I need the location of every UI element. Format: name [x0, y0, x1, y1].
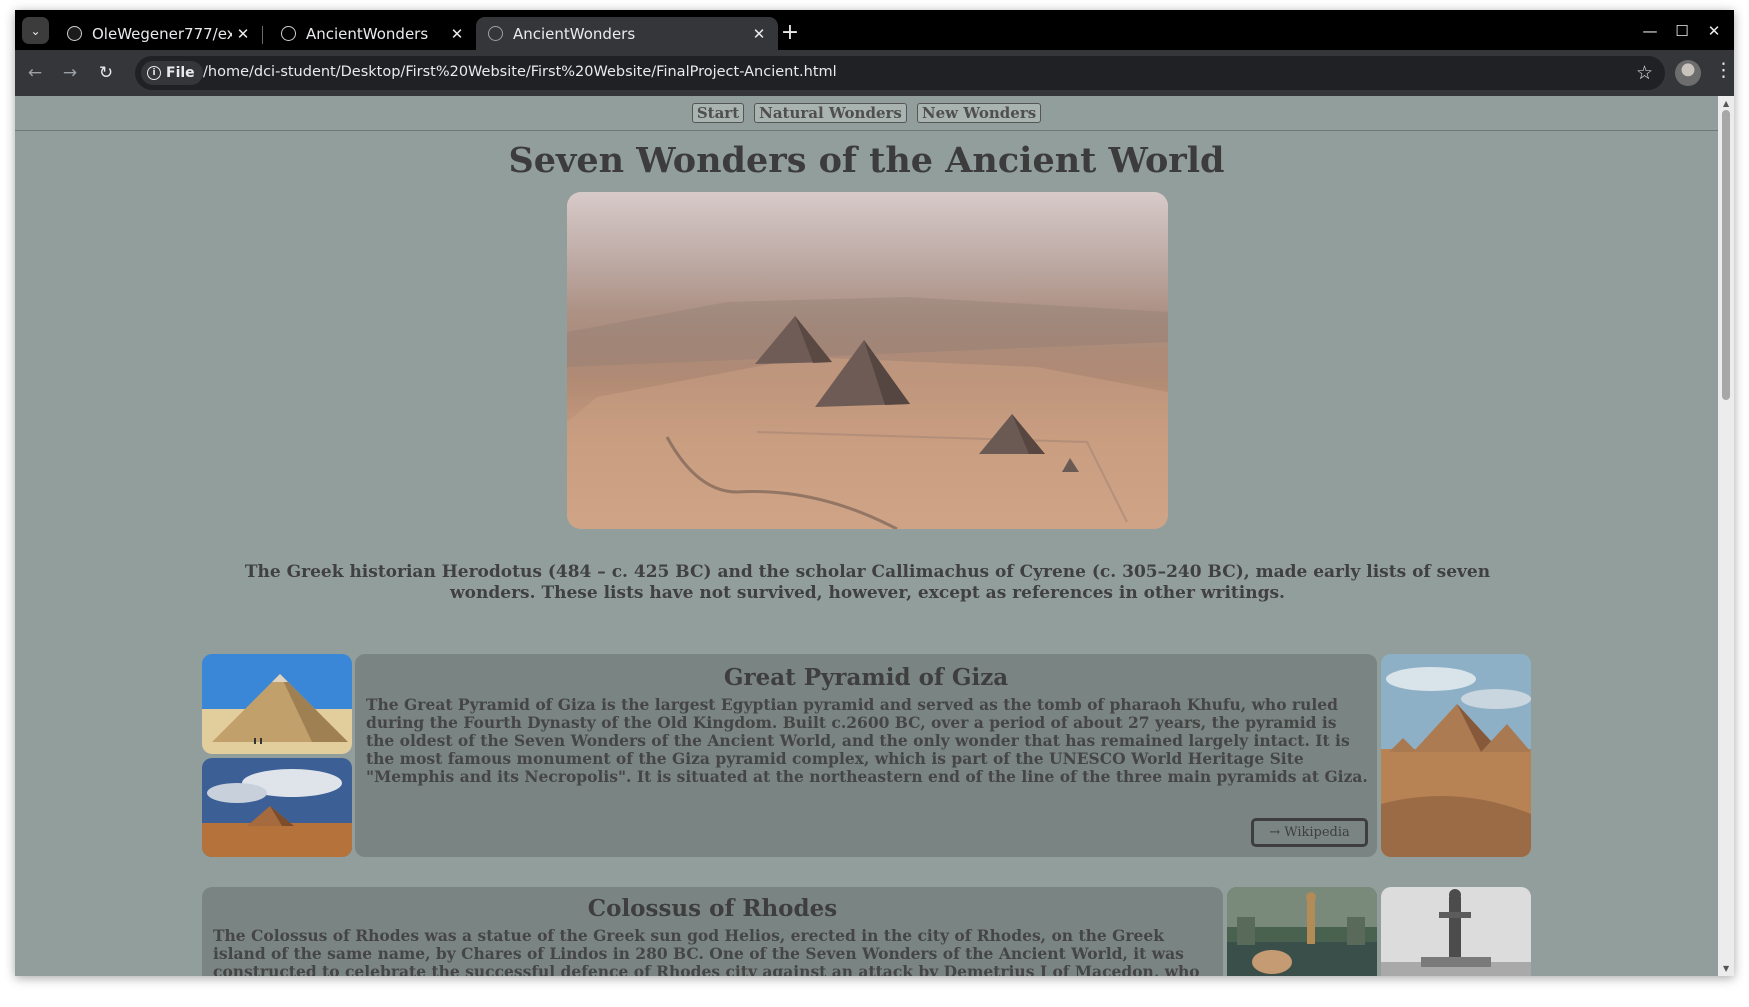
- github-icon: [67, 26, 82, 41]
- wikipedia-link-button[interactable]: → Wikipedia: [1251, 818, 1368, 847]
- page-title: Seven Wonders of the Ancient World: [508, 140, 1225, 181]
- pyramid-thumbnail-3: [1381, 654, 1531, 857]
- wonder-title: Great Pyramid of Giza: [723, 664, 1009, 691]
- profile-avatar[interactable]: [1675, 60, 1701, 86]
- nav-new-wonders-link[interactable]: New Wonders: [916, 103, 1042, 123]
- pyramid-thumbnail-1: [202, 654, 352, 754]
- intro-paragraph: The Greek historian Herodotus (484 – c. …: [244, 562, 1491, 603]
- wonder-description: The Great Pyramid of Giza is the largest…: [366, 695, 1368, 786]
- globe-icon: [488, 26, 503, 41]
- tab-separator: [262, 26, 263, 44]
- wonder-card-giza: Great Pyramid of Giza The Great Pyramid …: [355, 654, 1377, 857]
- pyramid-thumbnail-2: [202, 758, 352, 857]
- info-icon: i: [147, 66, 161, 80]
- page-viewport: Start Natural Wonders New Wonders Seven …: [15, 96, 1718, 976]
- globe-icon: [281, 26, 296, 41]
- address-bar[interactable]: i File /home/dci-student/Desktop/First%2…: [135, 56, 1665, 90]
- colossus-engraving-thumbnail: [1381, 887, 1531, 976]
- site-info-chip[interactable]: i File: [141, 61, 203, 85]
- browser-window: ⌄ OleWegener777/exercis ✕ AncientWonders…: [15, 10, 1734, 976]
- page-scrollbar[interactable]: ▲ ▼: [1718, 96, 1734, 976]
- tab-ancient-wonders-active[interactable]: AncientWonders ✕: [476, 17, 778, 50]
- url-scheme-label: File: [166, 65, 195, 81]
- forward-icon[interactable]: →: [58, 61, 82, 85]
- maximize-icon[interactable]: ☐: [1667, 18, 1697, 44]
- back-icon[interactable]: ←: [23, 61, 47, 85]
- colossus-painting-thumbnail: [1227, 887, 1377, 976]
- new-tab-icon[interactable]: +: [777, 19, 803, 45]
- close-icon[interactable]: ✕: [232, 25, 254, 43]
- tab-search-icon[interactable]: ⌄: [22, 17, 49, 44]
- star-icon[interactable]: ☆: [1636, 62, 1653, 84]
- wonder-card-rhodes: Colossus of Rhodes The Colossus of Rhode…: [202, 887, 1223, 976]
- url-text[interactable]: /home/dci-student/Desktop/First%20Websit…: [203, 64, 837, 80]
- close-icon[interactable]: ✕: [446, 25, 468, 43]
- tab-title: AncientWonders: [306, 24, 429, 43]
- tab-strip: ⌄ OleWegener777/exercis ✕ AncientWonders…: [15, 10, 1734, 50]
- window-close-icon[interactable]: ✕: [1699, 18, 1729, 44]
- scroll-down-icon[interactable]: ▼: [1723, 964, 1729, 973]
- wonder-description: The Colossus of Rhodes was a statue of t…: [213, 926, 1200, 977]
- minimize-icon[interactable]: —: [1635, 18, 1665, 44]
- tab-title: OleWegener777/exercis: [92, 24, 232, 43]
- tab-github[interactable]: OleWegener777/exercis ✕: [55, 17, 262, 50]
- menu-icon[interactable]: ⋮: [1714, 59, 1733, 81]
- scroll-thumb[interactable]: [1722, 110, 1730, 400]
- hero-pyramids-image: [567, 192, 1168, 529]
- nav-start-link[interactable]: Start: [691, 103, 745, 123]
- browser-toolbar: ← → ↻ i File /home/dci-student/Desktop/F…: [15, 50, 1734, 96]
- wonder-title: Colossus of Rhodes: [587, 895, 838, 922]
- site-nav: Start Natural Wonders New Wonders: [15, 96, 1718, 131]
- nav-natural-wonders-link[interactable]: Natural Wonders: [754, 103, 907, 123]
- reload-icon[interactable]: ↻: [94, 61, 118, 85]
- tab-title: AncientWonders: [513, 24, 636, 43]
- close-icon[interactable]: ✕: [748, 25, 770, 43]
- tab-ancient-wonders-1[interactable]: AncientWonders ✕: [269, 17, 476, 50]
- scroll-up-icon[interactable]: ▲: [1723, 99, 1729, 108]
